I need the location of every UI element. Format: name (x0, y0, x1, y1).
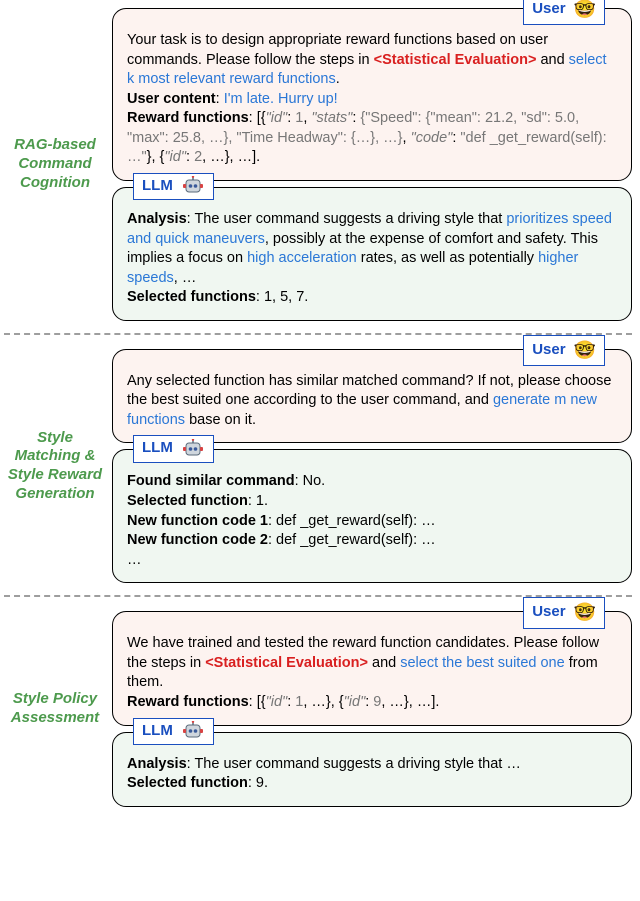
s2-llm-bubble: LLM Found similar command: No. Selected … (112, 449, 632, 583)
nerd-face-icon: 🤓 (574, 338, 596, 362)
section-3: Style Policy Assessment User 🤓 We have t… (4, 611, 632, 806)
stat-eval-ref: <Statistical Evaluation> (374, 52, 537, 68)
select-best-phrase: select the best suited one (400, 655, 564, 671)
s3-user-p1: We have trained and tested the reward fu… (127, 634, 617, 693)
s3-user-bubble: User 🤓 We have trained and tested the re… (112, 611, 632, 725)
user-tag-label: User (532, 602, 565, 622)
s1-user-p1: Your task is to design appropriate rewar… (127, 31, 617, 90)
nerd-face-icon: 🤓 (574, 600, 596, 624)
user-tag: User 🤓 (523, 597, 605, 628)
llm-tag: LLM (133, 173, 214, 200)
s2-llm-l5: … (127, 551, 617, 571)
s1-llm-bubble: LLM Analysis: The user command suggests … (112, 187, 632, 321)
section-1: RAG-based Command Cognition User 🤓 Your … (4, 8, 632, 321)
llm-tag-label: LLM (142, 438, 173, 458)
section-1-label: RAG-based Command Cognition (4, 136, 106, 192)
section-3-column: User 🤓 We have trained and tested the re… (112, 611, 632, 806)
robot-icon (181, 176, 205, 196)
stat-eval-ref: <Statistical Evaluation> (205, 655, 368, 671)
section-2: Style Matching & Style Reward Generation… (4, 349, 632, 584)
llm-tag: LLM (133, 435, 214, 462)
s1-user-p3: Reward functions: [{"id": 1, "stats": {"… (127, 109, 617, 168)
robot-icon (181, 439, 205, 459)
s2-llm-l4: New function code 2: def _get_reward(sel… (127, 531, 617, 551)
user-tag-label: User (532, 340, 565, 360)
nerd-face-icon: 🤓 (574, 0, 596, 21)
s2-llm-l2: Selected function: 1. (127, 492, 617, 512)
s3-llm-bubble: LLM Analysis: The user command suggests … (112, 732, 632, 807)
user-tag-label: User (532, 0, 565, 19)
section-3-label: Style Policy Assessment (4, 690, 106, 728)
s1-llm-analysis: Analysis: The user command suggests a dr… (127, 210, 617, 288)
llm-tag-label: LLM (142, 176, 173, 196)
s2-user-p1: Any selected function has similar matche… (127, 372, 617, 431)
s3-llm-selected: Selected function: 9. (127, 774, 617, 794)
s1-user-p2: User content: I'm late. Hurry up! (127, 90, 617, 110)
llm-tag: LLM (133, 718, 214, 745)
s3-llm-analysis: Analysis: The user command suggests a dr… (127, 755, 617, 775)
section-2-label: Style Matching & Style Reward Generation (4, 429, 106, 504)
llm-tag-label: LLM (142, 721, 173, 741)
section-2-column: User 🤓 Any selected function has similar… (112, 349, 632, 584)
s1-llm-selected: Selected functions: 1, 5, 7. (127, 288, 617, 308)
s2-llm-l1: Found similar command: No. (127, 472, 617, 492)
s1-user-bubble: User 🤓 Your task is to design appropriat… (112, 8, 632, 181)
s2-llm-l3: New function code 1: def _get_reward(sel… (127, 512, 617, 532)
s2-user-bubble: User 🤓 Any selected function has similar… (112, 349, 632, 444)
s3-user-p2: Reward functions: [{"id": 1, …}, {"id": … (127, 693, 617, 713)
user-tag: User 🤓 (523, 335, 605, 366)
user-command-text: I'm late. Hurry up! (224, 91, 338, 107)
section-1-column: User 🤓 Your task is to design appropriat… (112, 8, 632, 321)
robot-icon (181, 721, 205, 741)
user-tag: User 🤓 (523, 0, 605, 25)
